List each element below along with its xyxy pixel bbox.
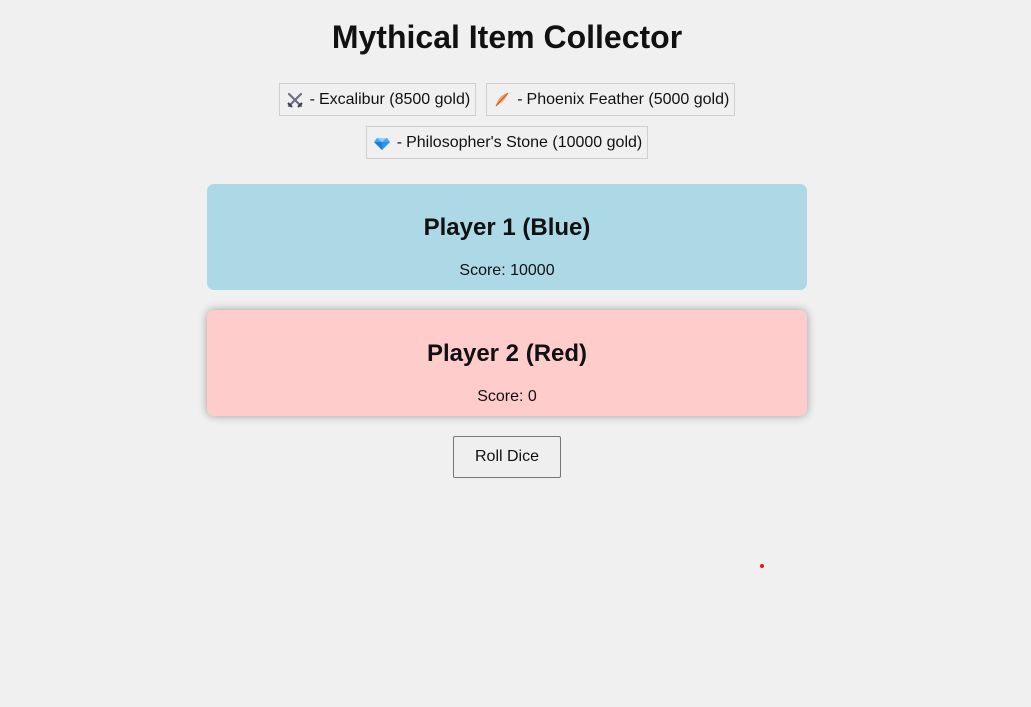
player-score: Score: 10000: [459, 262, 555, 279]
player-1-card: Player 1 (Blue) Score: 10000: [207, 184, 807, 290]
legend-item-philosophers-stone: - Philosopher's Stone (10000 gold): [365, 126, 649, 159]
player-score: Score: 0: [477, 388, 537, 405]
item-legend-row: - Philosopher's Stone (10000 gold): [0, 126, 1014, 159]
player-2-card: Player 2 (Red) Score: 0: [207, 310, 807, 416]
legend-item-phoenix-feather: - Phoenix Feather (5000 gold): [486, 83, 736, 116]
legend-item-value: (5000 gold): [648, 90, 730, 108]
legend-separator: -: [309, 90, 315, 108]
legend-separator: -: [396, 133, 403, 151]
feather-icon: [493, 91, 511, 109]
page-title: Mythical Item Collector: [331, 19, 683, 55]
legend-item-excalibur: - Excalibur (8500 gold): [278, 83, 477, 116]
player-name: Player 2 (Red): [426, 340, 588, 367]
red-dot-marker: [760, 564, 764, 568]
item-legend-row: - Excalibur (8500 gold) - Phoenix Feathe…: [0, 83, 1014, 116]
gem-icon: [373, 134, 391, 152]
legend-separator: -: [517, 90, 523, 108]
crossed-swords-icon: [286, 91, 304, 109]
legend-item-name: Philosopher's Stone: [406, 133, 548, 151]
roll-dice-button[interactable]: Roll Dice: [453, 436, 561, 478]
legend-item-value: (10000 gold): [552, 133, 643, 151]
legend-item-value: (8500 gold): [389, 90, 471, 108]
player-name: Player 1 (Blue): [423, 214, 591, 241]
legend-item-name: Phoenix Feather: [526, 90, 644, 108]
legend-item-name: Excalibur: [318, 90, 385, 108]
